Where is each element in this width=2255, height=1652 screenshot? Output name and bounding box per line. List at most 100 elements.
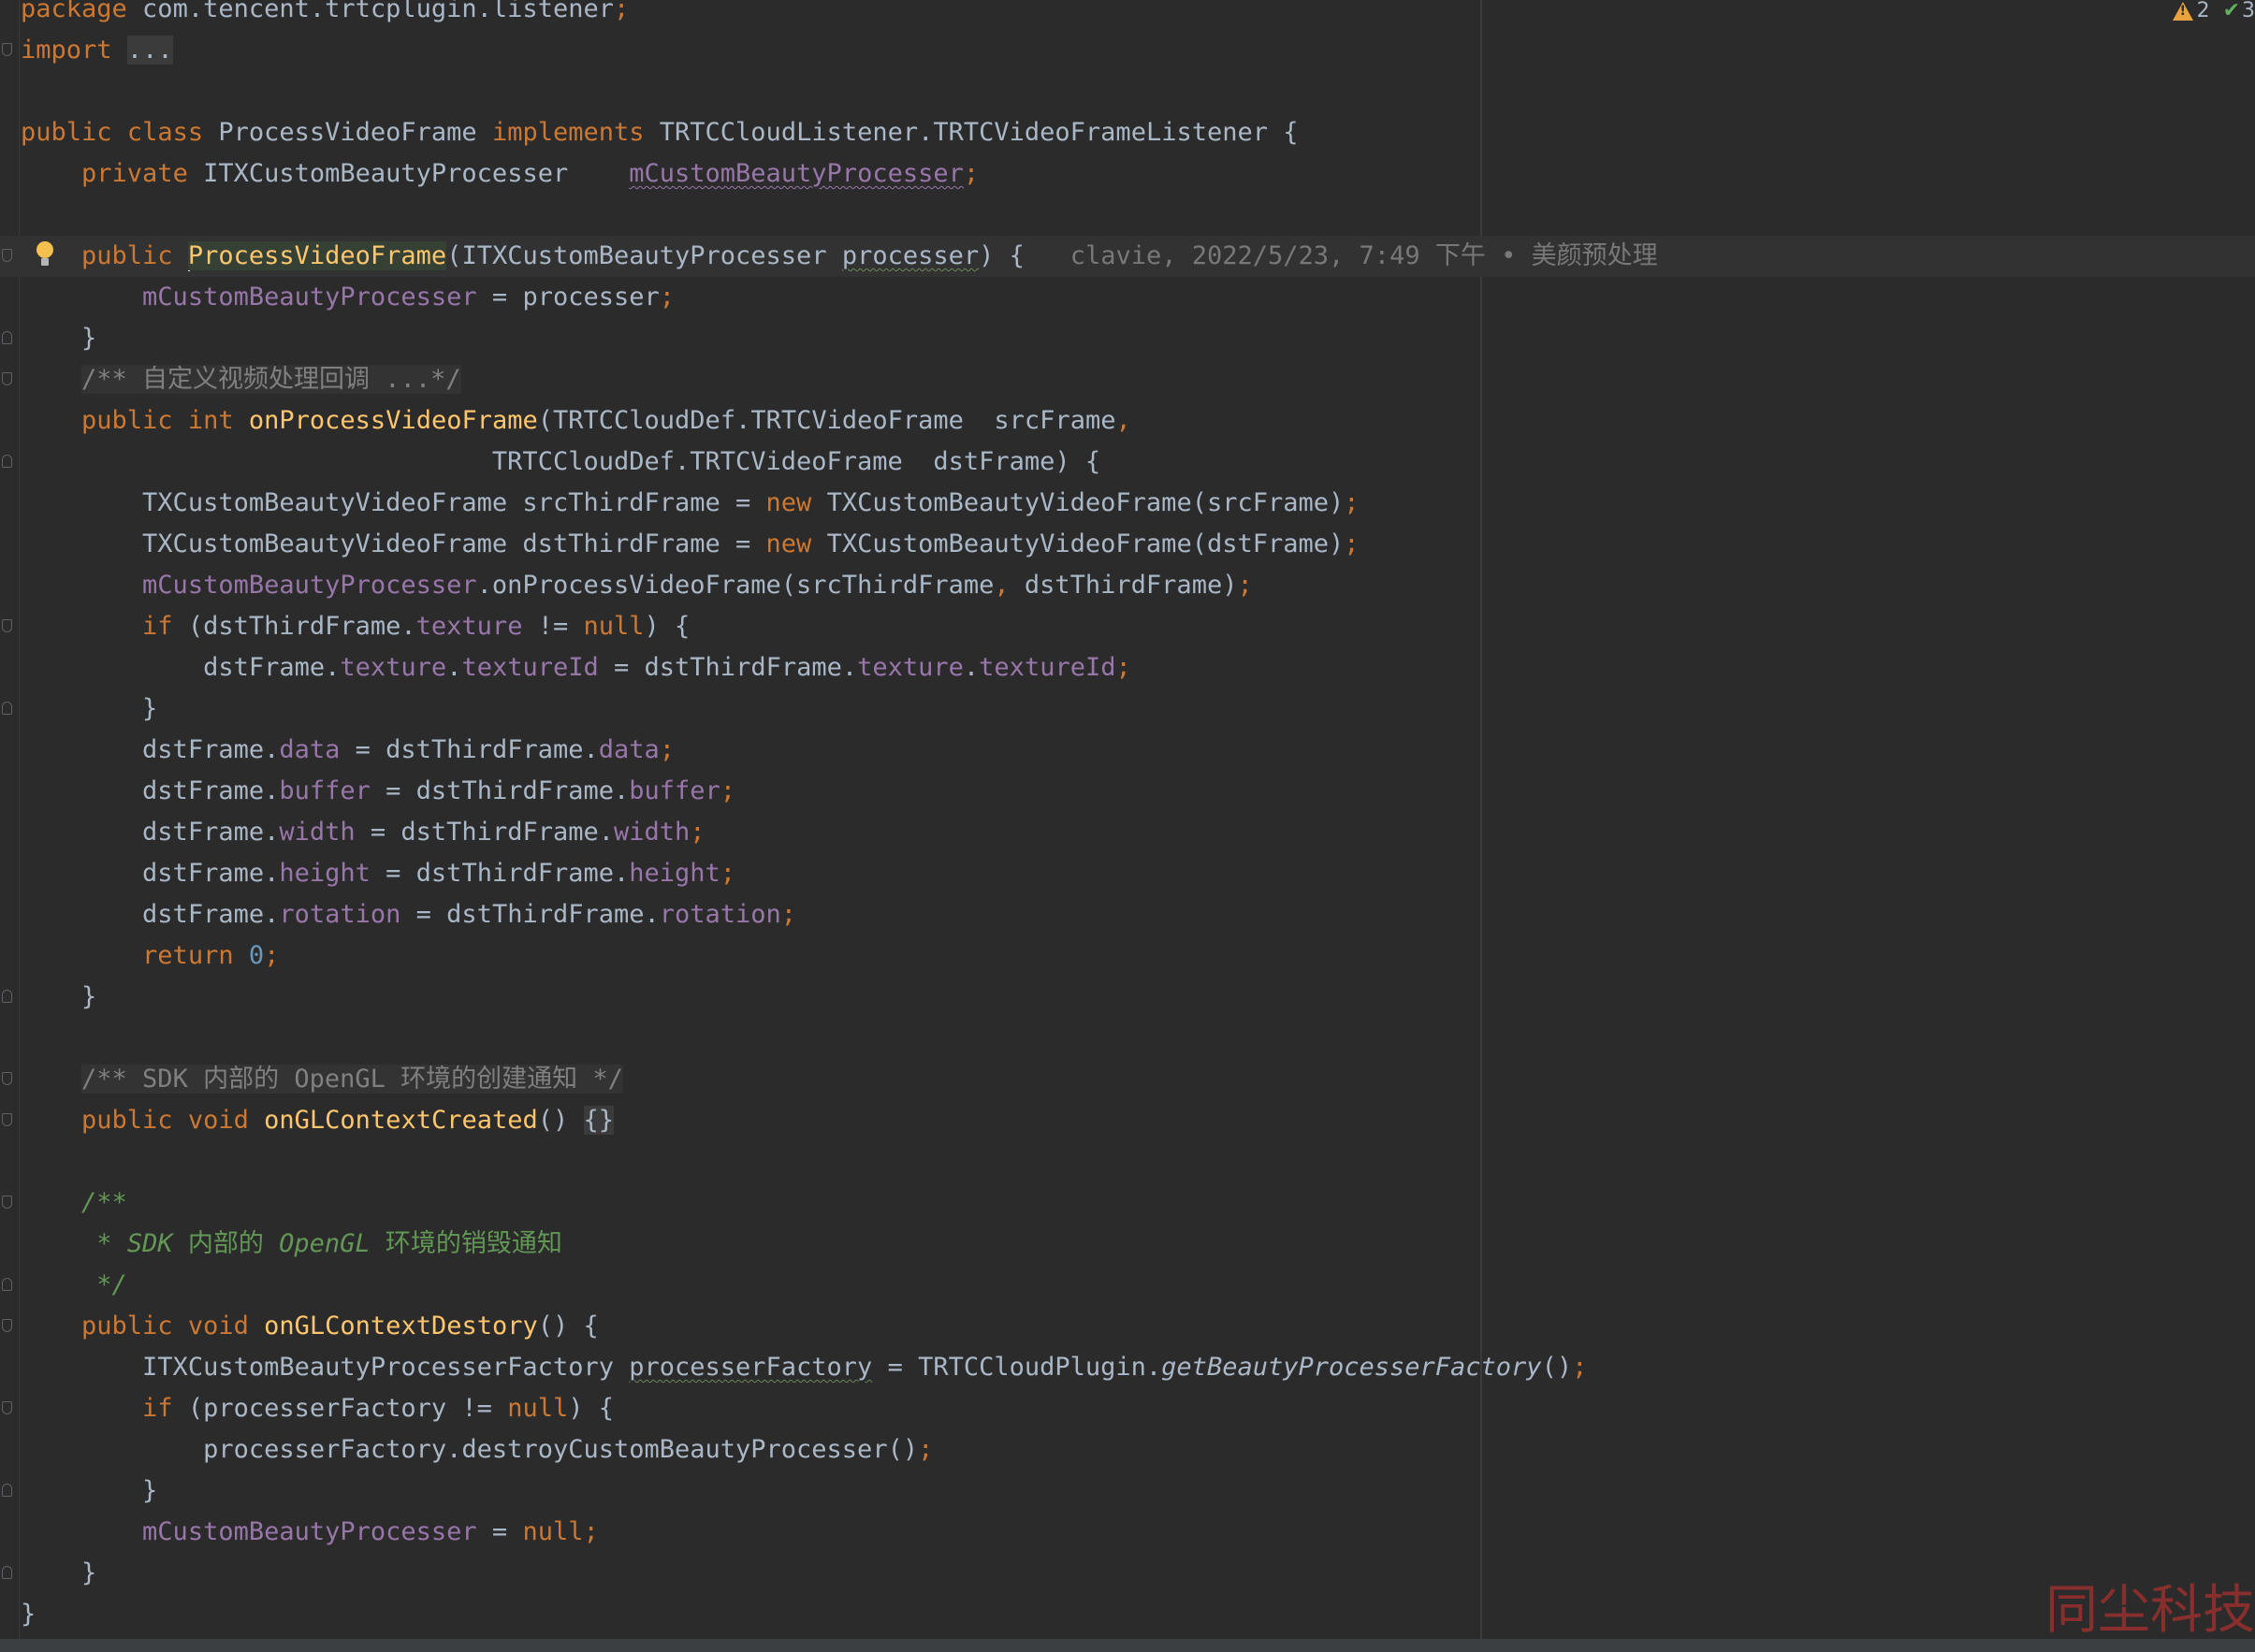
code-line[interactable]: import ... (0, 30, 2255, 71)
folded-body[interactable]: {} (583, 1106, 615, 1135)
semicolon: ; (963, 159, 980, 188)
keyword: null (522, 1517, 584, 1546)
declaration: TXCustomBeautyVideoFrame srcThirdFrame = (142, 488, 766, 517)
keyword: implements (491, 118, 645, 147)
code-line[interactable]: processerFactory.destroyCustomBeautyProc… (0, 1429, 2255, 1471)
code-line[interactable]: mCustomBeautyProcesser.onProcessVideoFra… (0, 565, 2255, 606)
keyword: package (21, 0, 127, 23)
parameter-name: processer (841, 241, 980, 270)
keyword: return (142, 941, 234, 970)
keyword: class (126, 118, 204, 147)
code-line[interactable]: if (dstThirdFrame.texture != null) { (0, 606, 2255, 647)
semicolon: ; (918, 1435, 934, 1464)
code-line[interactable]: /** (0, 1182, 2255, 1224)
code-line[interactable]: public void onGLContextCreated() {} (0, 1100, 2255, 1141)
code-line[interactable]: } (0, 1594, 2255, 1635)
code-line[interactable]: dstFrame.rotation = dstThirdFrame.rotati… (0, 894, 2255, 935)
field-name: height (279, 859, 371, 888)
variable: dstFrame. (203, 653, 341, 682)
code-line[interactable]: dstFrame.texture.textureId = dstThirdFra… (0, 647, 2255, 688)
fold-marker-icon[interactable] (2, 372, 12, 385)
fold-marker-icon[interactable] (2, 1196, 12, 1209)
code-line[interactable]: /** SDK 内部的 OpenGL 环境的创建通知 */ (0, 1059, 2255, 1100)
fold-marker-icon[interactable] (2, 455, 12, 468)
doc-comment: */ (81, 1270, 127, 1299)
keyword: null (583, 612, 645, 641)
assignment: = dstThirdFrame. (370, 776, 630, 805)
parameter-list: TRTCCloudDef.TRTCVideoFrame dstFrame) { (491, 447, 1101, 476)
code-lines[interactable]: package com.tencent.trtcplugin.listener;… (0, 0, 2255, 1639)
semicolon: ; (264, 941, 280, 970)
field-name: textureId (461, 653, 599, 682)
horizontal-scrollbar[interactable] (0, 1639, 2255, 1652)
dot: . (963, 653, 980, 682)
code-line-current[interactable]: public ProcessVideoFrame(ITXCustomBeauty… (0, 236, 2255, 277)
fold-marker-icon[interactable] (2, 702, 12, 715)
assignment: = processer (476, 283, 660, 312)
method-call: .onProcessVideoFrame(srcThirdFrame (476, 571, 995, 600)
fold-marker-icon[interactable] (2, 1113, 12, 1126)
fold-marker-icon[interactable] (2, 1072, 12, 1085)
code-line[interactable]: dstFrame.buffer = dstThirdFrame.buffer; (0, 771, 2255, 812)
constructor-name: ProcessVideoFrame (187, 241, 447, 270)
keyword: public (21, 118, 112, 147)
comma: , (1115, 406, 1131, 435)
code-line[interactable]: TRTCCloudDef.TRTCVideoFrame dstFrame) { (0, 442, 2255, 483)
keyword: private (81, 159, 188, 188)
fold-marker-icon[interactable] (2, 1484, 12, 1497)
code-line[interactable]: */ (0, 1265, 2255, 1306)
folded-comment[interactable]: /** 自定义视频处理回调 ...*/ (81, 365, 461, 394)
fold-marker-icon[interactable] (2, 1566, 12, 1579)
code-line[interactable]: dstFrame.height = dstThirdFrame.height; (0, 853, 2255, 894)
code-line[interactable]: } (0, 1471, 2255, 1512)
code-line[interactable]: return 0; (0, 935, 2255, 977)
code-line[interactable]: dstFrame.data = dstThirdFrame.data; (0, 730, 2255, 771)
variable: dstFrame. (142, 818, 280, 847)
variable: processerFactory (629, 1353, 873, 1382)
code-line[interactable]: * SDK 内部的 OpenGL 环境的销毁通知 (0, 1224, 2255, 1265)
fold-marker-icon[interactable] (2, 1401, 12, 1414)
code-line[interactable]: mCustomBeautyProcesser = processer; (0, 277, 2255, 318)
code-line[interactable]: public int onProcessVideoFrame(TRTCCloud… (0, 400, 2255, 442)
declaration: TXCustomBeautyVideoFrame dstThirdFrame = (142, 529, 766, 558)
code-line[interactable]: /** 自定义视频处理回调 ...*/ (0, 359, 2255, 400)
code-line[interactable]: package com.tencent.trtcplugin.listener; (0, 0, 2255, 30)
fold-marker-icon[interactable] (2, 43, 12, 56)
folded-imports[interactable]: ... (126, 36, 173, 65)
code-line[interactable]: } (0, 318, 2255, 359)
comment: /** SDK 内部的 OpenGL 环境的创建通知 */ (81, 1065, 623, 1094)
code-line[interactable]: mCustomBeautyProcesser = null; (0, 1512, 2255, 1553)
semicolon: ; (1344, 529, 1360, 558)
parameter-list: (ITXCustomBeautyProcesser (446, 241, 842, 270)
fold-marker-icon[interactable] (2, 619, 12, 632)
fold-marker-icon[interactable] (2, 331, 12, 344)
code-line[interactable]: public class ProcessVideoFrame implement… (0, 112, 2255, 153)
code-line[interactable]: TXCustomBeautyVideoFrame dstThirdFrame =… (0, 524, 2255, 565)
doc-comment: OpenGL (279, 1229, 371, 1258)
code-line[interactable]: public void onGLContextDestory() { (0, 1306, 2255, 1347)
parens: () (1541, 1353, 1573, 1382)
condition: (processerFactory != (172, 1394, 508, 1423)
fold-marker-icon[interactable] (2, 990, 12, 1003)
code-editor[interactable]: 2✔3 package com.tencent.trtcplugin.liste… (0, 0, 2255, 1639)
package-name: com.tencent.trtcplugin.listener (126, 0, 614, 23)
operator: != (522, 612, 584, 641)
keyword: public (81, 1311, 173, 1340)
code-line[interactable]: TXCustomBeautyVideoFrame srcThirdFrame =… (0, 483, 2255, 524)
code-line[interactable]: if (processerFactory != null) { (0, 1388, 2255, 1429)
code-line[interactable]: ITXCustomBeautyProcesserFactory processe… (0, 1347, 2255, 1388)
field-name: buffer (279, 776, 371, 805)
fold-marker-icon[interactable] (2, 1319, 12, 1332)
code-line[interactable]: private ITXCustomBeautyProcesser mCustom… (0, 153, 2255, 195)
code-line[interactable]: } (0, 1553, 2255, 1594)
code-line[interactable]: } (0, 688, 2255, 730)
code-line[interactable]: dstFrame.width = dstThirdFrame.width; (0, 812, 2255, 853)
method-name: onGLContextCreated (264, 1106, 538, 1135)
code-line[interactable]: } (0, 977, 2255, 1018)
fold-marker-icon[interactable] (2, 1278, 12, 1291)
field-name: data (279, 735, 341, 764)
git-blame-annotation[interactable]: clavie, 2022/5/23, 7:49 下午 • 美颜预处理 (1070, 241, 1658, 270)
semicolon: ; (583, 1517, 599, 1546)
fold-marker-icon[interactable] (2, 249, 12, 262)
keyword: void (187, 1311, 249, 1340)
